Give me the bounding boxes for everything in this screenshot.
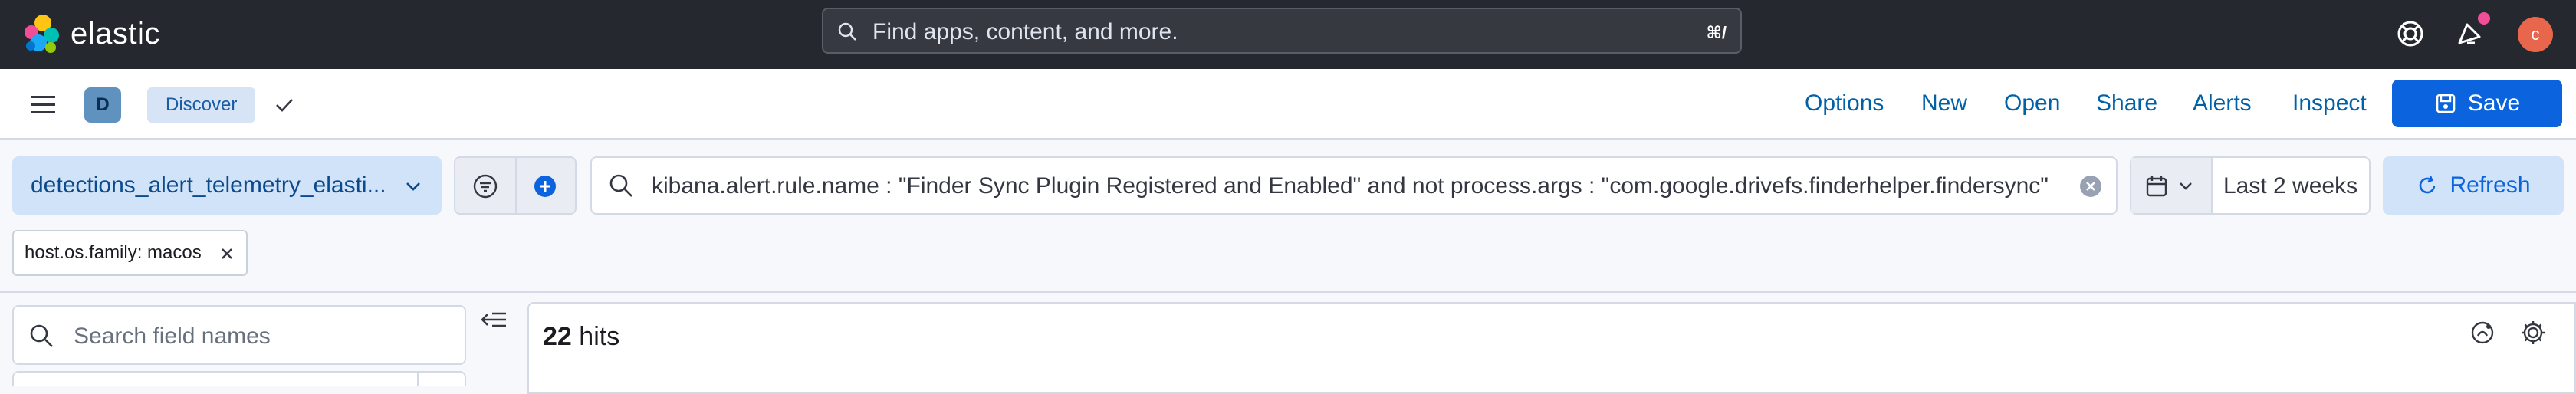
hit-count-value: 22 bbox=[543, 322, 572, 351]
share-link[interactable]: Share bbox=[2096, 90, 2157, 117]
data-view-name: detections_alert_telemetry_elasti... bbox=[31, 172, 386, 198]
remove-filter-icon[interactable] bbox=[219, 245, 235, 262]
filter-icon[interactable] bbox=[472, 173, 498, 199]
divider bbox=[515, 158, 517, 213]
save-label: Save bbox=[2467, 90, 2521, 116]
inspect-link[interactable]: Inspect bbox=[2292, 90, 2367, 117]
brand-name: elastic bbox=[71, 16, 160, 51]
collapse-sidebar-icon[interactable] bbox=[480, 310, 509, 331]
calendar-icon bbox=[2146, 176, 2167, 197]
alerts-link[interactable]: Alerts bbox=[2193, 90, 2252, 117]
chevron-down-icon bbox=[2180, 182, 2192, 190]
add-filter-icon[interactable] bbox=[532, 173, 558, 199]
notification-dot bbox=[2478, 12, 2490, 25]
filter-pill[interactable]: host.os.family: macos bbox=[12, 230, 248, 276]
query-text: kibana.alert.rule.name : "Finder Sync Pl… bbox=[652, 173, 2049, 199]
user-avatar[interactable]: c bbox=[2518, 17, 2553, 52]
keyboard-shortcut: ⌘/ bbox=[1706, 23, 1727, 42]
breadcrumb-discover[interactable]: Discover bbox=[147, 87, 256, 123]
results-panel: 22 hits bbox=[527, 302, 2576, 394]
global-search-placeholder: Find apps, content, and more. bbox=[872, 19, 1178, 44]
options-link[interactable]: Options bbox=[1805, 90, 1884, 117]
divider bbox=[417, 373, 419, 386]
field-list bbox=[12, 371, 466, 386]
app-toolbar bbox=[0, 69, 2576, 140]
refresh-icon bbox=[2420, 176, 2436, 194]
data-view-picker[interactable]: detections_alert_telemetry_elasti... bbox=[12, 156, 442, 215]
menu-icon[interactable] bbox=[29, 94, 57, 117]
save-icon bbox=[2436, 94, 2456, 113]
refresh-button[interactable]: Refresh bbox=[2383, 156, 2564, 215]
date-range-label: Last 2 weeks bbox=[2223, 173, 2358, 199]
ai-assistant-icon[interactable] bbox=[2469, 319, 2496, 346]
filter-controls bbox=[454, 156, 577, 215]
new-link[interactable]: New bbox=[1921, 90, 1967, 117]
search-icon bbox=[610, 174, 632, 197]
open-link[interactable]: Open bbox=[2004, 90, 2060, 117]
date-picker[interactable]: Last 2 weeks bbox=[2130, 156, 2371, 215]
search-icon bbox=[838, 22, 856, 41]
search-icon bbox=[30, 324, 53, 347]
gear-icon[interactable] bbox=[2519, 319, 2547, 346]
save-button[interactable]: Save bbox=[2392, 80, 2562, 127]
field-search-input[interactable]: Search field names bbox=[12, 305, 466, 365]
chevron-down-icon bbox=[406, 182, 420, 191]
elastic-logo[interactable]: elastic bbox=[23, 11, 160, 57]
quick-select-button[interactable] bbox=[2131, 158, 2213, 213]
hit-count-label: hits bbox=[579, 322, 620, 351]
divider bbox=[0, 291, 2576, 293]
space-avatar[interactable]: D bbox=[84, 87, 121, 123]
field-search-placeholder: Search field names bbox=[74, 323, 271, 349]
global-search-input[interactable]: Find apps, content, and more. ⌘/ bbox=[822, 8, 1742, 54]
hit-count: 22 hits bbox=[543, 322, 619, 352]
refresh-label: Refresh bbox=[2450, 172, 2531, 198]
check-icon bbox=[276, 99, 293, 112]
clear-icon[interactable] bbox=[2078, 173, 2104, 199]
elastic-logo-icon bbox=[25, 15, 59, 53]
filter-pill-label: host.os.family: macos bbox=[25, 242, 202, 263]
help-icon[interactable] bbox=[2394, 17, 2427, 51]
query-input[interactable]: kibana.alert.rule.name : "Finder Sync Pl… bbox=[590, 156, 2118, 215]
